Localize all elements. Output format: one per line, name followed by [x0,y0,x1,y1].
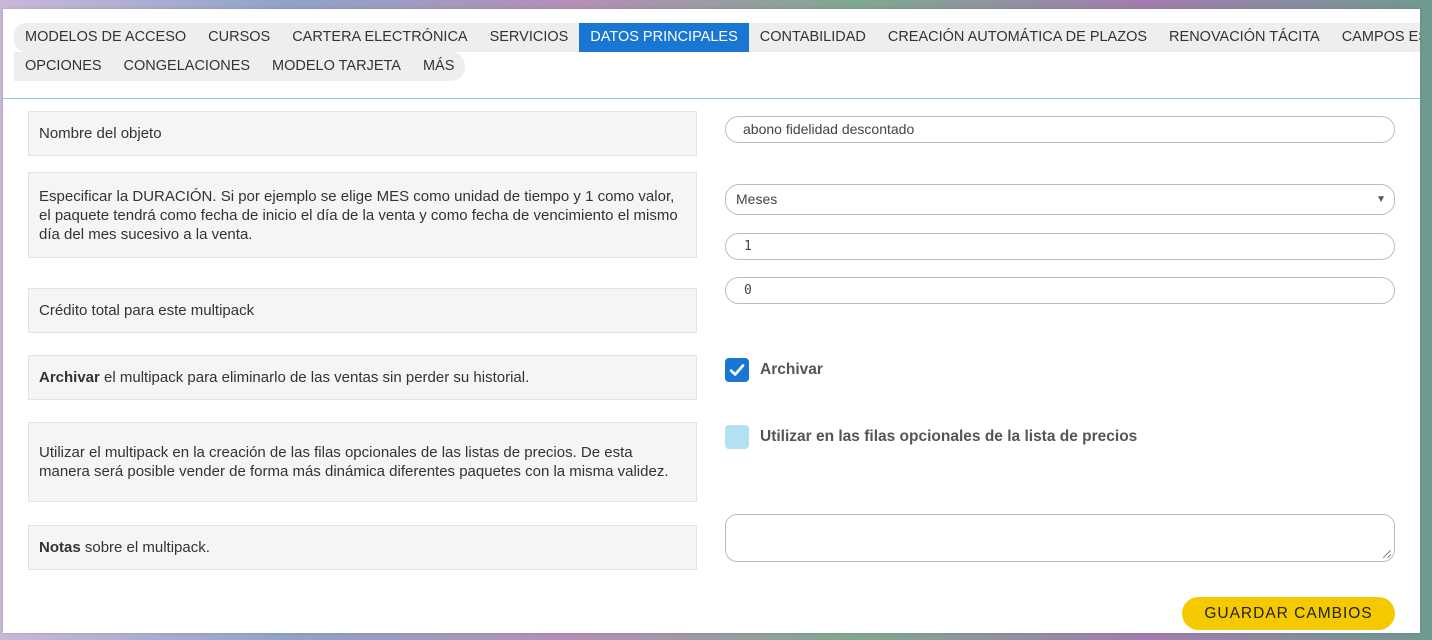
chevron-down-icon: ▼ [1376,194,1386,205]
tab-bar: MODELOS DE ACCESO CURSOS CARTERA ELECTRÓ… [14,23,1420,81]
tab-row-1: MODELOS DE ACCESO CURSOS CARTERA ELECTRÓ… [14,23,1420,52]
optional-rows-label-text: Utilizar el multipack en la creación de … [39,444,669,480]
archive-label-bold: Archivar [39,369,100,386]
duration-unit-select[interactable]: Meses ▼ [725,184,1395,215]
credit-value: 0 [744,283,752,298]
notes-label: Notas sobre el multipack. [28,525,697,570]
save-changes-button[interactable]: GUARDAR CAMBIOS [1182,597,1395,630]
archive-label-text: Archivar el multipack para eliminarlo de… [39,368,529,387]
duration-unit-value: Meses [736,191,778,207]
optional-rows-checkbox-label: Utilizar en las filas opcionales de la l… [760,428,1138,445]
tab-congelaciones[interactable]: CONGELACIONES [113,52,262,81]
tabs-divider [3,98,1420,99]
tab-servicios[interactable]: SERVICIOS [479,23,580,52]
main-panel: MODELOS DE ACCESO CURSOS CARTERA ELECTRÓ… [3,9,1420,633]
notes-label-text: Notas sobre el multipack. [39,538,210,557]
name-input-value: abono fidelidad descontado [743,121,915,137]
name-label: Nombre del objeto [28,111,697,156]
notes-label-rest: sobre el multipack. [80,539,210,556]
duration-value: 1 [744,239,752,254]
archive-label-rest: el multipack para eliminarlo de las vent… [99,369,530,386]
archive-checkbox-label: Archivar [760,361,823,378]
tab-campos-estadisticos[interactable]: CAMPOS ESTADÍSTICOS [1331,23,1420,52]
optional-rows-label: Utilizar el multipack en la creación de … [28,422,697,502]
credit-label-text: Crédito total para este multipack [39,302,255,319]
name-label-text: Nombre del objeto [39,125,162,142]
name-input[interactable]: abono fidelidad descontado [725,116,1395,143]
archive-label: Archivar el multipack para eliminarlo de… [28,355,697,400]
tab-modelo-tarjeta[interactable]: MODELO TARJETA [261,52,412,81]
tab-mas[interactable]: MÁS [412,52,465,81]
resize-grip-icon[interactable] [1383,550,1391,558]
checkmark-icon [729,364,745,376]
duration-label: Especificar la DURACIÓN. Si por ejemplo … [28,172,697,258]
optional-rows-checkbox[interactable] [725,425,749,449]
tab-cursos[interactable]: CURSOS [197,23,281,52]
tab-renovacion-tacita[interactable]: RENOVACIÓN TÁCITA [1158,23,1331,52]
credit-input[interactable]: 0 [725,277,1395,304]
notes-textarea[interactable] [725,514,1395,562]
optional-rows-option[interactable]: Utilizar en las filas opcionales de la l… [725,425,1137,449]
archive-option[interactable]: Archivar [725,358,823,382]
notes-label-bold: Notas [39,539,81,556]
credit-label: Crédito total para este multipack [28,288,697,333]
tab-creacion-automatica-de-plazos[interactable]: CREACIÓN AUTOMÁTICA DE PLAZOS [877,23,1158,52]
duration-value-input[interactable]: 1 [725,233,1395,260]
tab-contabilidad[interactable]: CONTABILIDAD [749,23,877,52]
tab-opciones[interactable]: OPCIONES [14,52,113,81]
tab-cartera-electronica[interactable]: CARTERA ELECTRÓNICA [281,23,478,52]
tab-datos-principales[interactable]: DATOS PRINCIPALES [579,23,749,52]
tab-modelos-de-acceso[interactable]: MODELOS DE ACCESO [14,23,197,52]
archive-checkbox[interactable] [725,358,749,382]
tab-row-2: OPCIONES CONGELACIONES MODELO TARJETA MÁ… [14,52,466,81]
duration-label-text: Especificar la DURACIÓN. Si por ejemplo … [39,187,678,243]
